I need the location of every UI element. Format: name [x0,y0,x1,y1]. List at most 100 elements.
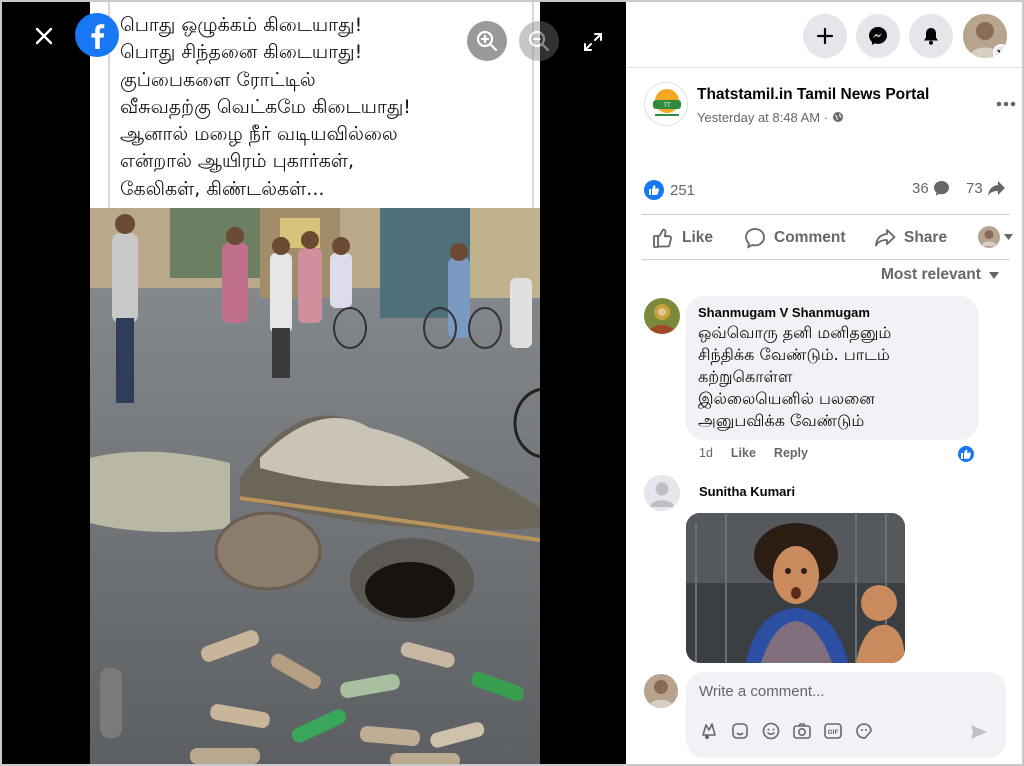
post-details-panel: TT Thatstamil.in Tamil News Portal Yeste… [626,2,1022,764]
like-label: Like [682,229,714,246]
shares-count: 73 [966,180,983,197]
avatar-sticker-icon [702,723,716,739]
comment-age[interactable]: 1d [699,446,713,460]
globe-icon [832,112,843,122]
comment-label: Comment [774,229,846,246]
shares-count-link[interactable]: 73 [966,180,1006,197]
zoom-in-icon [476,30,498,52]
commenter-name[interactable]: Shanmugam V Shanmugam [698,305,966,320]
sticker-face-icon [856,723,872,739]
share-icon [875,229,896,247]
page-logo-icon: TT [645,83,687,125]
comment-bubble: Shanmugam V Shanmugam ஒவ்வொரு தனி மனிதனு… [686,296,978,440]
reactions-count: 251 [670,181,696,199]
comment-reaction-badge[interactable] [956,444,976,464]
commenter-avatar[interactable] [644,298,680,334]
post-photo[interactable]: பொது ஒழுக்கம் கிடையாது! பொது சிந்தனை கிட… [90,2,540,764]
create-button[interactable] [803,14,847,58]
photo-text-line: வீசுவதற்கு வெட்கமே கிடையாது! [120,95,411,118]
caret-down-icon [1004,234,1013,240]
comment-sort-dropdown[interactable]: Most relevant [881,266,999,284]
profile-avatar-small-icon [978,226,1000,248]
reaction-identity-selector[interactable] [978,226,1013,248]
post-header: TT Thatstamil.in Tamil News Portal Yeste… [644,82,1016,132]
sticker-face-button[interactable] [853,720,875,742]
chevron-down-icon [997,49,1005,55]
timestamp-text: Yesterday at 8:48 AM · [697,110,832,125]
gif-button[interactable]: GIF [822,720,844,742]
photo-viewer: பொது ஒழுக்கம் கிடையாது! பொது சிந்தனை கிட… [2,2,626,764]
more-options-button[interactable] [994,94,1018,114]
photo-text-line: கேலிகள், கிண்டல்கள்... [120,177,325,200]
fullscreen-button[interactable] [577,26,609,58]
like-reaction-icon [961,449,971,459]
commenter-avatar[interactable] [644,475,680,511]
sticker-icon [732,723,748,739]
comment-like-link[interactable]: Like [731,446,756,460]
photo-text-line: ஆனால் மழை நீர் வடியவில்லை [120,123,398,146]
svg-text:TT: TT [663,103,671,109]
facebook-logo[interactable] [74,12,120,58]
account-menu-chevron[interactable] [993,44,1007,58]
comment-meta: 1d Like Reply [699,446,808,460]
app-frame: பொது ஒழுக்கம் கிடையாது! பொது சிந்தனை கிட… [0,0,1024,766]
top-bar [626,2,1022,68]
comment-reply-link[interactable]: Reply [774,446,808,460]
comment-text-line: இல்லையெனில் பலனை [698,389,875,408]
bell-icon [924,28,938,45]
photo-text-line: குப்பைகளை ரோட்டில் [120,68,316,91]
reactions-summary[interactable]: 251 [644,180,695,200]
gif-image [686,513,905,663]
plus-icon [816,27,834,45]
messenger-button[interactable] [856,14,900,58]
comment-text-line: சிந்திக்க வேண்டும். பாடம் [698,345,890,364]
comment-bubble-icon [933,181,949,196]
send-icon [971,725,987,739]
comment-input[interactable] [699,683,979,700]
comment-text-line: அனுபவிக்க வேண்டும் [698,411,865,430]
emoji-icon [762,722,780,740]
thumbs-up-icon [653,228,672,248]
zoom-out-icon [528,30,550,52]
comment-text-line: ஒவ்வொரு தனி மனிதனும் [698,323,892,342]
commenter-photo-icon [644,298,680,334]
profile-photo-icon [644,674,678,708]
zoom-in-button[interactable] [467,21,507,61]
sort-label: Most relevant [881,266,981,283]
close-button[interactable] [28,20,60,52]
like-reaction-icon [644,180,664,200]
avatar-sticker-button[interactable] [698,720,720,742]
sticker-button[interactable] [729,720,751,742]
default-avatar-icon [644,475,680,511]
messenger-icon [869,27,887,45]
page-name-link[interactable]: Thatstamil.in Tamil News Portal [697,86,929,104]
like-button[interactable]: Like [652,227,713,249]
gif-icon: GIF [824,723,842,739]
notifications-button[interactable] [909,14,953,58]
post-timestamp[interactable]: Yesterday at 8:48 AM · [697,110,844,125]
comment-box[interactable]: GIF [686,672,1006,758]
composer-tools: GIF [698,720,875,742]
comment-composer: GIF [644,672,1008,762]
comment-gif[interactable] [686,513,905,663]
composer-avatar[interactable] [644,674,678,708]
emoji-button[interactable] [760,720,782,742]
caret-down-icon [988,271,999,279]
commenter-name[interactable]: Sunitha Kumari [699,484,795,499]
account-avatar[interactable] [963,14,1007,58]
share-button[interactable]: Share [874,227,947,249]
post-stats: 251 36 73 [644,180,1008,204]
post-actions-bar: Like Comment Share [642,214,1013,260]
comment-icon [745,228,765,249]
comment-button[interactable]: Comment [744,227,845,249]
send-button[interactable] [969,722,991,744]
page-avatar[interactable]: TT [644,82,688,126]
share-label: Share [904,229,948,246]
expand-icon [584,33,602,51]
share-arrow-icon [987,181,1005,196]
photo-text-line: என்றால் ஆயிரம் புகார்கள், [120,150,355,173]
photo-button[interactable] [791,720,813,742]
comments-count-link[interactable]: 36 [912,180,950,197]
comments-count: 36 [912,180,929,197]
zoom-out-button[interactable] [519,21,559,61]
